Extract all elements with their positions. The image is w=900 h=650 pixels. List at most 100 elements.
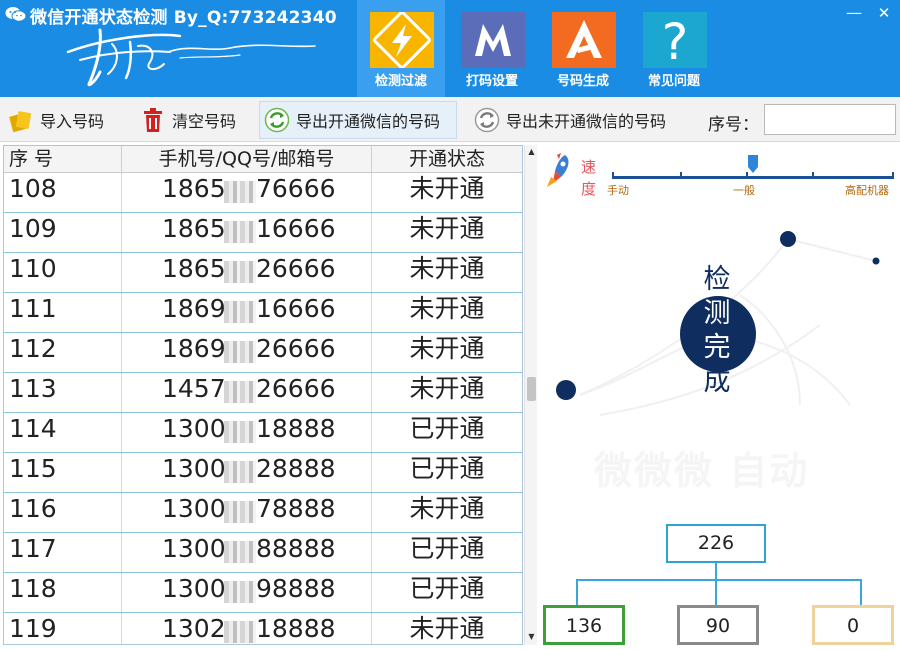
table-row[interactable]: 112 1869 26666 未开通 <box>4 333 522 373</box>
column-header-status[interactable]: 开通状态 <box>372 146 522 173</box>
import-numbers-label: 导入号码 <box>40 112 105 131</box>
detection-status-text: 检 测 完 成 <box>696 263 738 399</box>
minimize-button[interactable]: — <box>842 2 866 24</box>
pixelated-mask <box>224 341 256 363</box>
column-header-account[interactable]: 手机号/QQ号/邮箱号 <box>122 146 372 173</box>
serial-cell: 108 <box>4 173 122 212</box>
table-row[interactable]: 111 1869 16666 未开通 <box>4 293 522 333</box>
account-prefix: 1865 <box>162 174 226 203</box>
status-cell: 未开通 <box>409 494 485 523</box>
rocket-icon <box>547 153 569 187</box>
export-opened-button[interactable]: 导出开通微信的号码 <box>259 101 457 139</box>
table-scrollbar[interactable]: ▲ ▼ <box>524 145 537 645</box>
tree-connector <box>576 579 862 581</box>
tab-detect-filter[interactable]: 检测过滤 <box>357 0 445 97</box>
serial-label: 序号： <box>708 115 759 135</box>
account-prefix: 1869 <box>162 294 226 323</box>
export-unopened-label: 导出未开通微信的号码 <box>506 112 667 131</box>
speed-slider-track[interactable] <box>612 176 894 179</box>
import-cards-icon <box>8 107 34 133</box>
account-prefix: 1457 <box>162 374 226 403</box>
account-cell: 1865 16666 <box>122 213 372 252</box>
account-cell: 1457 26666 <box>122 373 372 412</box>
account-cell: 1300 28888 <box>122 453 372 492</box>
node-dot <box>780 231 796 247</box>
pixelated-mask <box>224 381 256 403</box>
table-header: 序 号 手机号/QQ号/邮箱号 开通状态 <box>4 146 522 173</box>
account-cell: 1300 18888 <box>122 413 372 452</box>
tab-label: 常见问题 <box>647 74 700 89</box>
refresh-gray-icon <box>474 107 500 133</box>
account-suffix: 78888 <box>256 494 336 523</box>
close-button[interactable]: ✕ <box>872 2 896 24</box>
serial-cell: 117 <box>4 533 122 572</box>
speed-label-bottom: 度 <box>581 180 597 198</box>
serial-input[interactable] <box>764 104 896 135</box>
table-row[interactable]: 119 1302 18888 未开通 <box>4 613 522 644</box>
speed-slider-tick <box>892 172 894 179</box>
account-suffix: 76666 <box>256 174 336 203</box>
account-cell: 1300 98888 <box>122 573 372 612</box>
export-unopened-button[interactable]: 导出未开通微信的号码 <box>474 101 666 139</box>
pixelated-mask <box>224 621 256 643</box>
tab-label: 检测过滤 <box>374 74 427 89</box>
serial-cell: 114 <box>4 413 122 452</box>
serial-cell: 116 <box>4 493 122 532</box>
speed-slider-tick <box>812 172 814 179</box>
serial-cell: 110 <box>4 253 122 292</box>
account-cell: 1300 88888 <box>122 533 372 572</box>
table-row[interactable]: 116 1300 78888 未开通 <box>4 493 522 533</box>
tree-connector <box>576 579 578 606</box>
column-header-serial[interactable]: 序 号 <box>4 146 122 173</box>
account-prefix: 1865 <box>162 254 226 283</box>
tab-label: 打码设置 <box>465 74 518 89</box>
table-row[interactable]: 113 1457 26666 未开通 <box>4 373 522 413</box>
account-suffix: 26666 <box>256 374 336 403</box>
scroll-down-arrow-icon[interactable]: ▼ <box>525 631 538 643</box>
total-count-box: 226 <box>666 524 766 563</box>
account-suffix: 26666 <box>256 254 336 283</box>
node-dot <box>556 380 576 400</box>
pixelated-mask <box>224 301 256 323</box>
table-row[interactable]: 115 1300 28888 已开通 <box>4 453 522 493</box>
speed-slider-thumb[interactable] <box>748 155 758 173</box>
signature-image <box>66 28 316 87</box>
account-suffix: 88888 <box>256 534 336 563</box>
scrollbar-thumb[interactable] <box>527 377 536 401</box>
tab-number-generate[interactable]: 号码生成 <box>539 0 627 97</box>
table-row[interactable]: 114 1300 18888 已开通 <box>4 413 522 453</box>
tab-captcha-settings[interactable]: 打码设置 <box>448 0 536 97</box>
title-bar: 微信开通状态检测 By_Q:773242340 — ✕ 检测过滤 打码设置 号码… <box>0 0 900 97</box>
table-row[interactable]: 118 1300 98888 已开通 <box>4 573 522 613</box>
opened-count-box: 136 <box>543 605 625 645</box>
account-suffix: 98888 <box>256 574 336 603</box>
not-opened-count-box: 90 <box>677 605 759 645</box>
status-cell: 未开通 <box>409 214 485 243</box>
pixelated-mask <box>224 421 256 443</box>
table-row[interactable]: 117 1300 88888 已开通 <box>4 533 522 573</box>
table-row[interactable]: 110 1865 26666 未开通 <box>4 253 522 293</box>
trash-icon <box>140 107 166 133</box>
pixelated-mask <box>224 181 256 203</box>
account-cell: 1869 16666 <box>122 293 372 332</box>
speed-slider-tick <box>746 172 748 179</box>
account-suffix: 26666 <box>256 334 336 363</box>
serial-cell: 115 <box>4 453 122 492</box>
import-numbers-button[interactable]: 导入号码 <box>8 101 104 139</box>
account-suffix: 28888 <box>256 454 336 483</box>
status-cell: 已开通 <box>409 574 485 603</box>
question-icon: ? <box>643 12 707 68</box>
status-char: 测 <box>703 298 731 329</box>
tree-connector <box>715 563 717 580</box>
table-row[interactable]: 108 1865 76666 未开通 <box>4 173 522 213</box>
account-prefix: 1869 <box>162 334 226 363</box>
scroll-up-arrow-icon[interactable]: ▲ <box>525 146 538 158</box>
table-row[interactable]: 109 1865 16666 未开通 <box>4 213 522 253</box>
status-char: 成 <box>703 366 731 397</box>
other-count-box: 0 <box>812 605 894 645</box>
pixelated-mask <box>224 461 256 483</box>
pixelated-mask <box>224 501 256 523</box>
tab-faq[interactable]: ? 常见问题 <box>630 0 718 97</box>
speed-label-top: 速 <box>581 158 597 176</box>
clear-numbers-button[interactable]: 清空号码 <box>140 101 236 139</box>
